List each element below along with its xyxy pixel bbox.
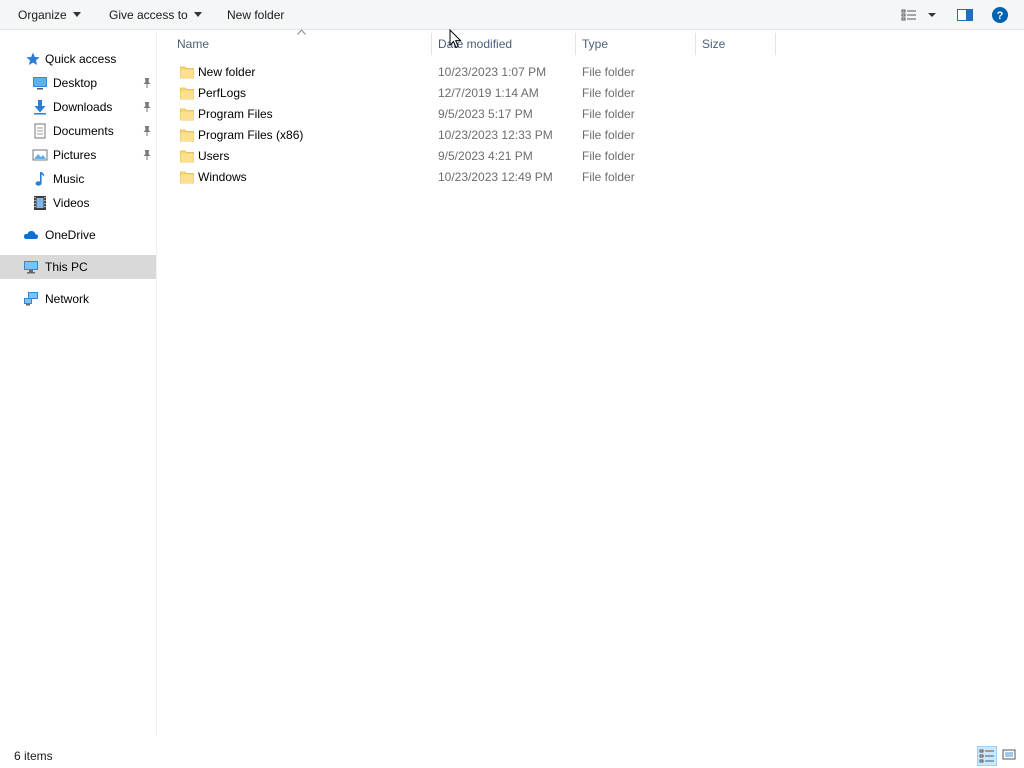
file-row[interactable]: New folder 10/23/2023 1:07 PM File folde… bbox=[172, 62, 772, 83]
column-divider[interactable] bbox=[431, 33, 432, 55]
change-view-button[interactable] bbox=[900, 6, 918, 24]
nav-item-documents[interactable]: Documents bbox=[0, 119, 156, 143]
details-view-icon bbox=[901, 9, 916, 21]
pin-icon bbox=[143, 126, 151, 136]
nav-label: Music bbox=[53, 172, 85, 186]
file-type: File folder bbox=[582, 149, 635, 163]
nav-label: OneDrive bbox=[45, 228, 96, 242]
nav-label: This PC bbox=[45, 260, 88, 274]
command-bar: Organize Give access to New folder ? bbox=[0, 0, 1024, 30]
file-date-modified: 9/5/2023 5:17 PM bbox=[438, 107, 533, 121]
file-name: New folder bbox=[198, 65, 256, 79]
give-access-button[interactable]: Give access to bbox=[109, 0, 202, 30]
organize-label: Organize bbox=[18, 8, 67, 22]
chevron-down-icon bbox=[193, 12, 202, 18]
column-header-name[interactable]: Name bbox=[177, 31, 209, 57]
column-divider[interactable] bbox=[695, 33, 696, 55]
pin-icon bbox=[143, 102, 151, 112]
chevron-down-icon bbox=[928, 13, 936, 17]
file-row[interactable]: PerfLogs 12/7/2019 1:14 AM File folder bbox=[172, 83, 772, 104]
folder-icon bbox=[180, 66, 194, 79]
file-name: Users bbox=[198, 149, 230, 163]
cloud-icon bbox=[23, 227, 39, 243]
file-name: Program Files (x86) bbox=[198, 128, 304, 142]
nav-item-videos[interactable]: Videos bbox=[0, 191, 156, 215]
item-count: 6 items bbox=[14, 749, 53, 763]
folder-icon bbox=[180, 129, 194, 142]
new-folder-button[interactable]: New folder bbox=[227, 0, 284, 30]
documents-icon bbox=[32, 123, 48, 139]
svg-text:?: ? bbox=[997, 10, 1004, 22]
large-icons-view-icon bbox=[1002, 749, 1016, 760]
new-folder-label: New folder bbox=[227, 8, 285, 22]
nav-label: Quick access bbox=[45, 52, 117, 66]
large-icons-view-button[interactable] bbox=[1000, 746, 1020, 766]
file-row[interactable]: Program Files (x86) 10/23/2023 12:33 PM … bbox=[172, 125, 772, 146]
file-type: File folder bbox=[582, 65, 635, 79]
folder-icon bbox=[180, 171, 194, 184]
sort-ascending-icon bbox=[297, 29, 306, 35]
file-date-modified: 10/23/2023 1:07 PM bbox=[438, 65, 547, 79]
file-date-modified: 12/7/2019 1:14 AM bbox=[438, 86, 539, 100]
preview-pane-icon bbox=[957, 9, 973, 21]
column-divider[interactable] bbox=[775, 33, 776, 55]
nav-label: Videos bbox=[53, 196, 90, 210]
nav-label: Pictures bbox=[53, 148, 97, 162]
help-icon: ? bbox=[992, 7, 1008, 23]
nav-label: Downloads bbox=[53, 100, 113, 114]
folder-icon bbox=[180, 108, 194, 121]
downloads-icon bbox=[32, 99, 48, 115]
file-date-modified: 10/23/2023 12:33 PM bbox=[438, 128, 553, 142]
music-icon bbox=[32, 171, 48, 187]
view-options-dropdown[interactable] bbox=[924, 6, 942, 24]
preview-pane-button[interactable] bbox=[956, 6, 974, 24]
column-divider[interactable] bbox=[575, 33, 576, 55]
nav-item-downloads[interactable]: Downloads bbox=[0, 95, 156, 119]
file-row[interactable]: Users 9/5/2023 4:21 PM File folder bbox=[172, 146, 772, 167]
nav-item-network[interactable]: Network bbox=[0, 287, 156, 311]
nav-label: Desktop bbox=[53, 76, 98, 90]
pin-icon bbox=[143, 78, 151, 88]
folder-icon bbox=[180, 150, 194, 163]
nav-quick-access[interactable]: Quick access bbox=[0, 47, 156, 71]
mouse-cursor-icon bbox=[449, 29, 462, 49]
nav-label: Documents bbox=[53, 124, 114, 138]
folder-icon bbox=[180, 87, 194, 100]
network-icon bbox=[23, 291, 39, 307]
nav-item-music[interactable]: Music bbox=[0, 167, 156, 191]
videos-icon bbox=[32, 195, 48, 211]
file-type: File folder bbox=[582, 86, 635, 100]
help-button[interactable]: ? bbox=[991, 6, 1009, 24]
column-header-size[interactable]: Size bbox=[702, 31, 725, 57]
star-icon bbox=[25, 51, 41, 67]
nav-item-onedrive[interactable]: OneDrive bbox=[0, 223, 156, 247]
nav-label: Network bbox=[45, 292, 90, 306]
file-row[interactable]: Windows 10/23/2023 12:49 PM File folder bbox=[172, 167, 772, 188]
pictures-icon bbox=[32, 147, 48, 163]
file-type: File folder bbox=[582, 107, 635, 121]
details-view-icon bbox=[979, 749, 994, 763]
status-bar: 6 items bbox=[0, 736, 1024, 768]
navigation-pane: Quick access Desktop Downloads Documents… bbox=[0, 31, 156, 736]
column-header-type[interactable]: Type bbox=[582, 31, 608, 57]
file-name: PerfLogs bbox=[198, 86, 247, 100]
file-type: File folder bbox=[582, 170, 635, 184]
nav-item-pictures[interactable]: Pictures bbox=[0, 143, 156, 167]
computer-icon bbox=[23, 259, 39, 275]
file-row[interactable]: Program Files 9/5/2023 5:17 PM File fold… bbox=[172, 104, 772, 125]
file-date-modified: 10/23/2023 12:49 PM bbox=[438, 170, 553, 184]
desktop-icon bbox=[32, 75, 48, 91]
file-type: File folder bbox=[582, 128, 635, 142]
file-name: Program Files bbox=[198, 107, 273, 121]
chevron-down-icon bbox=[72, 12, 81, 18]
pane-divider[interactable] bbox=[156, 31, 157, 736]
details-view-button[interactable] bbox=[977, 746, 997, 766]
file-date-modified: 9/5/2023 4:21 PM bbox=[438, 149, 533, 163]
give-access-label: Give access to bbox=[109, 8, 188, 22]
file-name: Windows bbox=[198, 170, 247, 184]
nav-item-this-pc[interactable]: This PC bbox=[0, 255, 156, 279]
pin-icon bbox=[143, 150, 151, 160]
organize-button[interactable]: Organize bbox=[18, 0, 81, 30]
nav-item-desktop[interactable]: Desktop bbox=[0, 71, 156, 95]
